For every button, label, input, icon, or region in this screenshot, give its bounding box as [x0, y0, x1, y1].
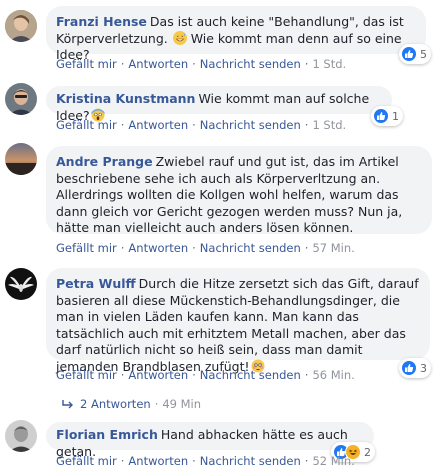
- comment-bubble: Franzi Hense Das ist auch keine "Behandlu…: [46, 6, 426, 62]
- separator: ·: [192, 368, 196, 382]
- like-button[interactable]: Gefällt mir: [56, 118, 117, 132]
- replies-count[interactable]: 2 Antworten: [80, 397, 151, 411]
- reply-arrow-icon: [62, 397, 74, 411]
- avatar[interactable]: [5, 268, 37, 300]
- separator: ·: [120, 57, 125, 71]
- comment-actions: Gefällt mir · Antworten · Nachricht senden · 5…: [56, 454, 355, 468]
- separator: ·: [192, 57, 196, 71]
- comment-timestamp[interactable]: 52 Min.: [312, 454, 354, 468]
- separator: ·: [120, 118, 125, 132]
- view-replies-link[interactable]: 2 Antworten · 49 Min: [62, 397, 201, 411]
- comment-timestamp[interactable]: 56 Min.: [312, 368, 354, 382]
- reaction-count: 2: [364, 445, 371, 459]
- reply-button[interactable]: Antworten: [128, 241, 188, 255]
- like-button[interactable]: Gefällt mir: [56, 57, 117, 71]
- message-button[interactable]: Nachricht senden: [200, 241, 301, 255]
- comment-timestamp[interactable]: 1 Std.: [312, 118, 346, 132]
- message-button[interactable]: Nachricht senden: [200, 368, 301, 382]
- comment-timestamp[interactable]: 1 Std.: [312, 57, 346, 71]
- avatar[interactable]: [5, 10, 37, 42]
- like-icon: [401, 46, 417, 62]
- comment-author[interactable]: Franzi Hense: [56, 14, 147, 29]
- like-button[interactable]: Gefällt mir: [56, 241, 117, 255]
- separator: ·: [304, 454, 309, 468]
- avatar[interactable]: [5, 83, 37, 115]
- reply-button[interactable]: Antworten: [128, 118, 188, 132]
- comment-author[interactable]: Petra Wulff: [56, 276, 136, 291]
- comment-bubble: Petra Wulff Durch die Hitze zersetzt sich…: [46, 268, 430, 374]
- separator: ·: [304, 241, 309, 255]
- separator: ·: [120, 368, 125, 382]
- comment-author[interactable]: Kristina Kunstmann: [56, 91, 195, 106]
- comment-author[interactable]: Andre Prange: [56, 154, 153, 169]
- separator: ·: [192, 241, 196, 255]
- avatar[interactable]: [5, 420, 37, 452]
- avatar[interactable]: [5, 143, 37, 175]
- message-button[interactable]: Nachricht senden: [200, 57, 301, 71]
- reaction-summary[interactable]: 3: [399, 358, 431, 378]
- comment-bubble: Kristina Kunstmann Wie kommt man auf solc…: [46, 86, 392, 123]
- separator: ·: [304, 57, 309, 71]
- reply-button[interactable]: Antworten: [128, 368, 188, 382]
- comment-timestamp[interactable]: 57 Min.: [312, 241, 354, 255]
- comment-bubble: Florian Emrich Hand abhacken hätte es auc…: [46, 422, 374, 459]
- reaction-count: 1: [392, 109, 399, 123]
- comment-actions: Gefällt mir · Antworten · Nachricht senden · 5…: [56, 241, 355, 255]
- separator: ·: [304, 118, 309, 132]
- message-button[interactable]: Nachricht senden: [200, 454, 301, 468]
- like-button[interactable]: Gefällt mir: [56, 454, 117, 468]
- comment-actions: Gefällt mir · Antworten · Nachricht senden · 5…: [56, 368, 355, 382]
- reply-button[interactable]: Antworten: [128, 454, 188, 468]
- message-button[interactable]: Nachricht senden: [200, 118, 301, 132]
- separator: ·: [120, 454, 125, 468]
- separator: ·: [192, 454, 196, 468]
- reply-button[interactable]: Antworten: [128, 57, 188, 71]
- reaction-summary[interactable]: 1: [371, 106, 403, 126]
- comment-actions: Gefällt mir · Antworten · Nachricht senden · 1…: [56, 57, 346, 71]
- comment-author[interactable]: Florian Emrich: [56, 427, 158, 442]
- grin-sweat-emoji: [172, 30, 187, 45]
- comment-bubble: Andre Prange Zwiebel rauf und gut ist, da…: [46, 146, 432, 235]
- like-icon: [401, 360, 417, 376]
- reaction-count: 5: [420, 47, 427, 61]
- separator: ·: [304, 368, 309, 382]
- like-button[interactable]: Gefällt mir: [56, 368, 117, 382]
- separator: ·: [154, 397, 159, 411]
- separator: ·: [120, 241, 125, 255]
- like-icon: [373, 108, 389, 124]
- reaction-summary[interactable]: 5: [399, 44, 431, 64]
- reaction-count: 3: [420, 361, 427, 375]
- comment-actions: Gefällt mir · Antworten · Nachricht senden · 1…: [56, 118, 346, 132]
- replies-timestamp: 49 Min: [162, 397, 202, 411]
- separator: ·: [192, 118, 196, 132]
